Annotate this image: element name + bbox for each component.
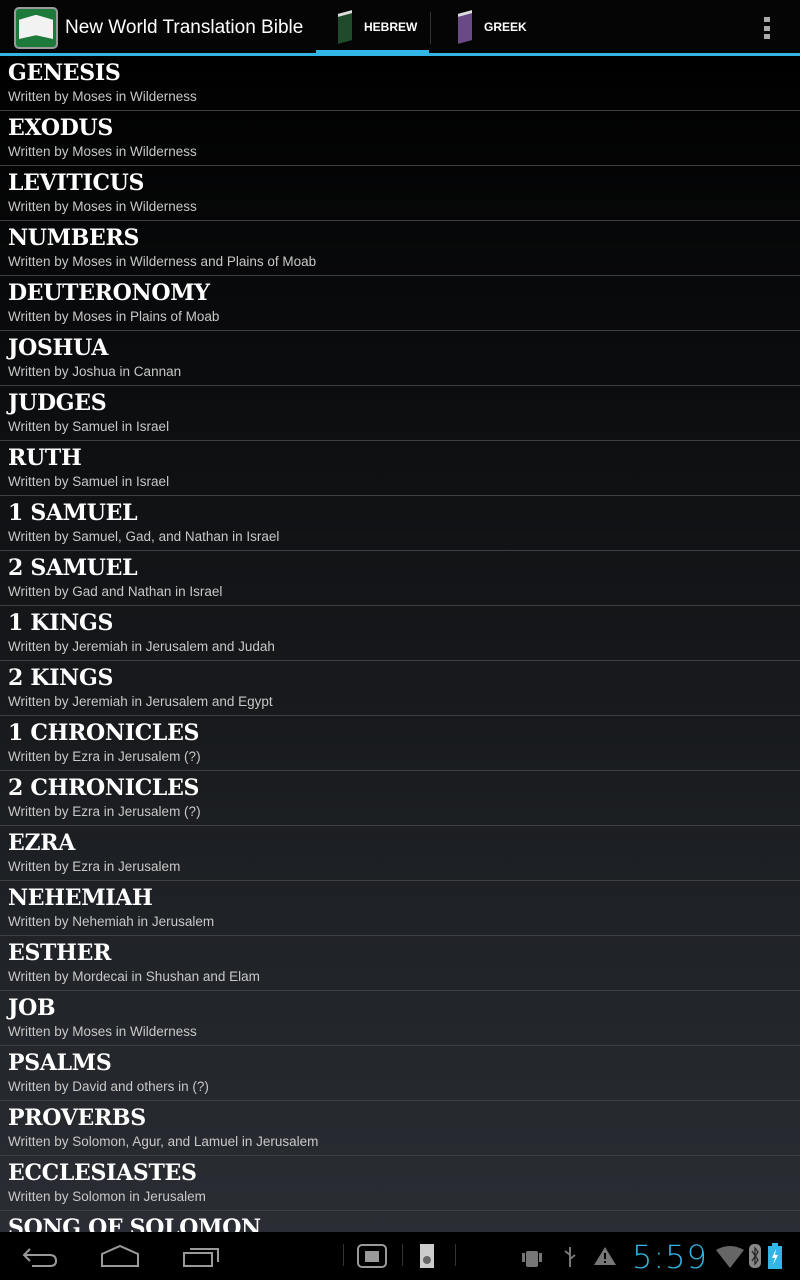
book-subtitle: Written by Joshua in Cannan xyxy=(8,364,182,379)
recent-apps-icon[interactable] xyxy=(182,1244,220,1268)
book-subtitle: Written by Moses in Wilderness xyxy=(8,1024,197,1039)
book-title: ESTHER xyxy=(8,940,112,966)
back-icon[interactable] xyxy=(22,1246,58,1268)
usb-icon xyxy=(564,1247,576,1267)
book-row[interactable]: RUTH Written by Samuel in Israel xyxy=(0,441,800,496)
book-row[interactable]: NUMBERS Written by Moses in Wilderness an… xyxy=(0,221,800,276)
book-row[interactable]: PSALMS Written by David and others in (?) xyxy=(0,1046,800,1101)
book-title: PROVERBS xyxy=(8,1105,146,1131)
book-title: EXODUS xyxy=(8,115,113,141)
book-title: SONG OF SOLOMON xyxy=(8,1215,261,1232)
book-subtitle: Written by Nehemiah in Jerusalem xyxy=(8,914,215,929)
book-title: JOB xyxy=(8,995,56,1021)
book-row[interactable]: 2 KINGS Written by Jeremiah in Jerusalem … xyxy=(0,661,800,716)
book-subtitle: Written by Samuel, Gad, and Nathan in Is… xyxy=(8,529,280,544)
book-row[interactable]: 1 SAMUEL Written by Samuel, Gad, and Nath… xyxy=(0,496,800,551)
book-subtitle: Written by Mordecai in Shushan and Elam xyxy=(8,969,260,984)
book-title: DEUTERONOMY xyxy=(8,280,210,306)
book-title: 2 SAMUEL xyxy=(8,555,138,581)
book-row[interactable]: ESTHER Written by Mordecai in Shushan and… xyxy=(0,936,800,991)
screenshot-icon[interactable] xyxy=(357,1244,387,1268)
book-row[interactable]: SONG OF SOLOMON xyxy=(0,1211,800,1232)
purple-book-icon xyxy=(458,9,472,44)
book-row[interactable]: 1 KINGS Written by Jeremiah in Jerusalem … xyxy=(0,606,800,661)
book-title: RUTH xyxy=(8,445,82,471)
book-title: 2 CHRONICLES xyxy=(8,775,200,801)
book-row[interactable]: ECCLESIASTES Written by Solomon in Jerusa… xyxy=(0,1156,800,1211)
book-row[interactable]: JOSHUA Written by Joshua in Cannan xyxy=(0,331,800,386)
book-subtitle: Written by Solomon in Jerusalem xyxy=(8,1189,206,1204)
book-subtitle: Written by Ezra in Jerusalem xyxy=(8,859,181,874)
home-icon[interactable] xyxy=(100,1244,140,1268)
warning-icon xyxy=(594,1247,616,1265)
book-row[interactable]: JUDGES Written by Samuel in Israel xyxy=(0,386,800,441)
book-subtitle: Written by Ezra in Jerusalem (?) xyxy=(8,804,201,819)
book-subtitle: Written by Moses in Wilderness and Plain… xyxy=(8,254,317,269)
book-subtitle: Written by Moses in Plains of Moab xyxy=(8,309,220,324)
tab-greek[interactable]: GREEK xyxy=(431,0,551,53)
book-subtitle: Written by David and others in (?) xyxy=(8,1079,209,1094)
wifi-icon xyxy=(716,1246,744,1268)
book-title: ECCLESIASTES xyxy=(8,1160,197,1186)
book-title: NEHEMIAH xyxy=(8,885,153,911)
book-subtitle: Written by Jeremiah in Jerusalem and Egy… xyxy=(8,694,273,709)
tab-label: GREEK xyxy=(484,19,527,34)
overflow-menu-icon[interactable] xyxy=(764,17,770,39)
book-title: JUDGES xyxy=(8,390,107,416)
book-title: 1 SAMUEL xyxy=(8,500,138,526)
book-subtitle: Written by Jeremiah in Jerusalem and Jud… xyxy=(8,639,275,654)
bluetooth-icon xyxy=(749,1244,761,1268)
book-title: LEVITICUS xyxy=(8,170,145,196)
app-title: New World Translation Bible xyxy=(65,17,304,38)
book-row[interactable]: 2 CHRONICLES Written by Ezra in Jerusalem… xyxy=(0,771,800,826)
book-row[interactable]: LEVITICUS Written by Moses in Wilderness xyxy=(0,166,800,221)
book-subtitle: Written by Moses in Wilderness xyxy=(8,89,197,104)
book-title: NUMBERS xyxy=(8,225,140,251)
book-row[interactable]: PROVERBS Written by Solomon, Agur, and La… xyxy=(0,1101,800,1156)
book-row[interactable]: DEUTERONOMY Written by Moses in Plains of… xyxy=(0,276,800,331)
book-title: 1 CHRONICLES xyxy=(8,720,200,746)
book-title: 2 KINGS xyxy=(8,665,114,691)
book-title: 1 KINGS xyxy=(8,610,114,636)
book-title: EZRA xyxy=(8,830,75,856)
book-subtitle: Written by Solomon, Agur, and Lamuel in … xyxy=(8,1134,319,1149)
android-debug-icon xyxy=(522,1251,542,1267)
clock: 5:59 xyxy=(632,1238,708,1276)
book-row[interactable]: EXODUS Written by Moses in Wilderness xyxy=(0,111,800,166)
book-row[interactable]: EZRA Written by Ezra in Jerusalem xyxy=(0,826,800,881)
system-navigation-bar: 5:59 xyxy=(0,1232,800,1280)
book-row[interactable]: JOB Written by Moses in Wilderness xyxy=(0,991,800,1046)
book-title: JOSHUA xyxy=(8,335,109,361)
book-subtitle: Written by Gad and Nathan in Israel xyxy=(8,584,223,599)
book-row[interactable]: 1 CHRONICLES Written by Ezra in Jerusalem… xyxy=(0,716,800,771)
book-list[interactable]: GENESIS Written by Moses in Wilderness EXO… xyxy=(0,56,800,1232)
tab-label: HEBREW xyxy=(364,19,418,34)
green-book-icon xyxy=(338,9,352,44)
bible-app-icon[interactable] xyxy=(14,7,58,49)
book-row[interactable]: GENESIS Written by Moses in Wilderness xyxy=(0,56,800,111)
book-title: GENESIS xyxy=(8,60,121,86)
book-title: PSALMS xyxy=(8,1050,112,1076)
action-bar: New World Translation Bible HEBREW GREEK xyxy=(0,0,800,56)
book-subtitle: Written by Samuel in Israel xyxy=(8,474,170,489)
book-subtitle: Written by Moses in Wilderness xyxy=(8,199,197,214)
book-row[interactable]: 2 SAMUEL Written by Gad and Nathan in Isr… xyxy=(0,551,800,606)
book-subtitle: Written by Samuel in Israel xyxy=(8,419,170,434)
book-subtitle: Written by Moses in Wilderness xyxy=(8,144,197,159)
battery-charging-icon xyxy=(768,1243,782,1269)
remote-control-icon xyxy=(420,1244,434,1268)
tab-hebrew[interactable]: HEBREW xyxy=(316,0,429,56)
book-subtitle: Written by Ezra in Jerusalem (?) xyxy=(8,749,201,764)
book-row[interactable]: NEHEMIAH Written by Nehemiah in Jerusalem xyxy=(0,881,800,936)
